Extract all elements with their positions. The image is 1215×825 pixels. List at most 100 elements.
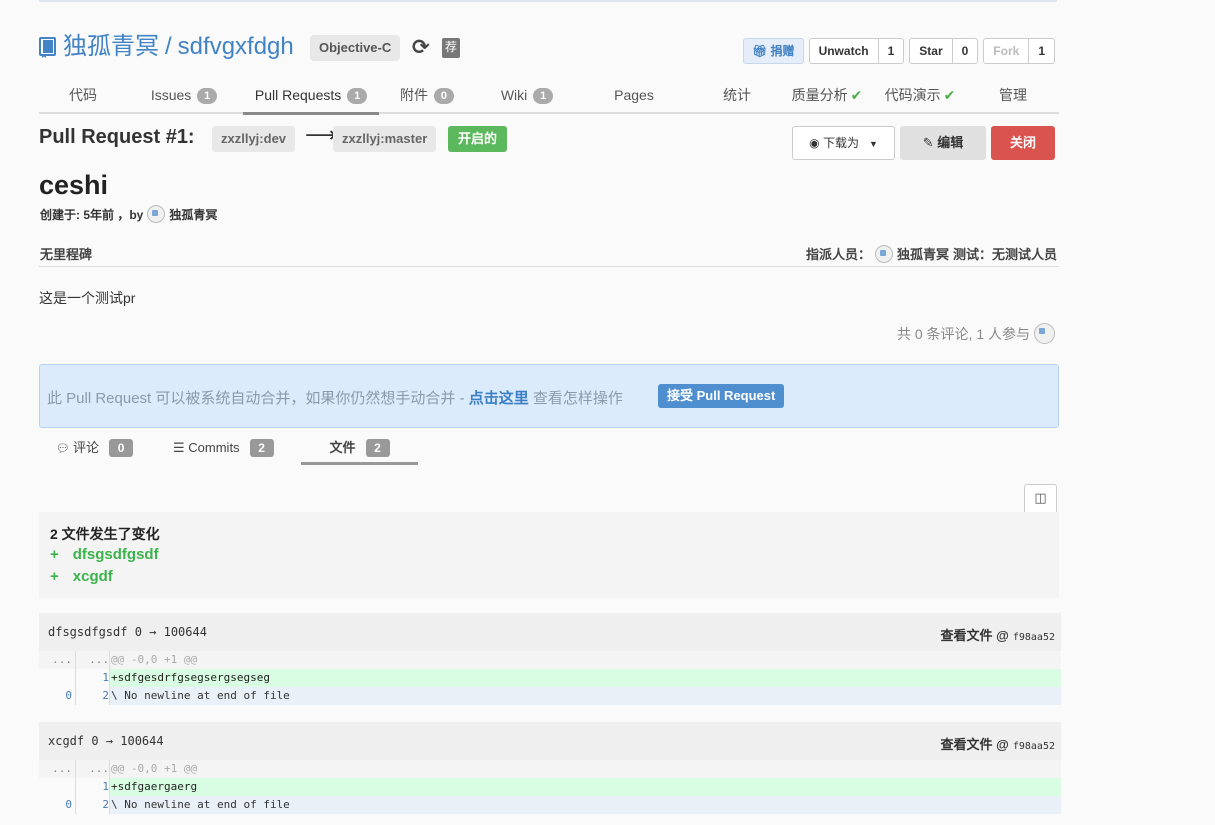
- nav-attachments-badge: 0: [433, 88, 454, 104]
- merge-help-link[interactable]: 点击这里: [469, 390, 529, 407]
- nav-wiki[interactable]: Wiki 1: [489, 80, 565, 112]
- tab-files-badge: 2: [365, 439, 390, 457]
- diff-code: \ No newline at end of file: [109, 687, 1061, 705]
- nav-attachments[interactable]: 附件 0: [389, 80, 465, 112]
- diff-code: @@ -0,0 +1 @@: [109, 760, 1061, 778]
- at-symbol: @: [996, 737, 1009, 752]
- commit-sha[interactable]: f98aa52: [1013, 741, 1055, 752]
- watch-count[interactable]: 1: [879, 39, 904, 63]
- assignee-label: 指派人员：: [805, 247, 871, 262]
- author-avatar[interactable]: [147, 205, 166, 223]
- diff-code: @@ -0,0 +1 @@: [109, 651, 1061, 669]
- changed-file-name: dfsgsdfgsdf: [72, 546, 159, 563]
- sync-icon[interactable]: ⟳: [412, 37, 430, 58]
- tab-files-label: 文件: [329, 440, 356, 455]
- new-line-number[interactable]: 2: [75, 687, 109, 705]
- merge-message: 此 Pull Request 可以被系统自动合并，如果你仍然想手动合并 - 点击…: [47, 387, 623, 408]
- changed-file-link[interactable]: + xcgdf: [50, 568, 113, 585]
- tab-files[interactable]: 文件 2: [301, 436, 418, 465]
- old-line-number[interactable]: 0: [39, 687, 72, 705]
- assignee-info: 指派人员： 独孤青冥 测试：无测试人员: [806, 244, 1057, 263]
- donate-button[interactable]: 🎁︎ 捐赠: [742, 38, 804, 64]
- nav-pages[interactable]: Pages: [604, 80, 664, 112]
- plus-icon: +: [50, 568, 59, 585]
- edit-icon: ✎: [922, 135, 938, 150]
- diff-line: 1 +sdfgesdrfgsegsergsegseg: [39, 669, 1061, 687]
- list-icon: ☰: [173, 440, 189, 455]
- check-icon: ✔: [850, 87, 863, 103]
- file-diff-name: xcgdf 0 → 100644: [48, 734, 164, 748]
- tab-commits-badge: 2: [249, 439, 274, 457]
- caret-down-icon: ▼: [868, 139, 878, 149]
- download-label: 下载为: [822, 136, 859, 150]
- tab-comments[interactable]: 💬︎ 评论 0: [56, 436, 139, 462]
- nav-code-label: 代码: [69, 87, 97, 103]
- view-file-link[interactable]: 查看文件 @ f98aa52: [941, 625, 1055, 644]
- tab-commits-label: Commits: [188, 440, 240, 455]
- nav-code[interactable]: 代码: [39, 80, 127, 112]
- nav-demo-label: 代码演示: [884, 87, 941, 103]
- star-count[interactable]: 0: [953, 39, 978, 63]
- new-line-number[interactable]: 2: [75, 796, 109, 814]
- file-diff: dfsgsdfgsdf 0 → 100644 查看文件 @ f98aa52 ...…: [39, 613, 1061, 705]
- changes-title: 2 文件发生了变化: [50, 526, 160, 542]
- author-link[interactable]: 独孤青冥: [169, 206, 217, 223]
- diff-line: 1 +sdfgaergaerg: [39, 778, 1061, 796]
- pr-description: 这是一个测试pr: [39, 290, 136, 306]
- nav-settings[interactable]: 管理: [989, 80, 1037, 112]
- repo-action-buttons: 🎁︎ 捐赠 Unwatch 1 Star 0 Fork 1: [742, 38, 1055, 64]
- merge-panel: 此 Pull Request 可以被系统自动合并，如果你仍然想手动合并 - 点击…: [39, 364, 1059, 428]
- created-text: 创建于: 5年前 ，by: [40, 207, 144, 222]
- milestone[interactable]: 无里程碑: [40, 244, 92, 263]
- new-line-number[interactable]: 1: [75, 778, 109, 796]
- changed-file-link[interactable]: + dfsgsdfgsdf: [50, 546, 159, 563]
- new-line-number[interactable]: 1: [75, 669, 109, 687]
- pr-title: Pull Request #1:: [39, 126, 195, 148]
- close-pr-button[interactable]: 关闭: [991, 126, 1055, 160]
- commit-sha[interactable]: f98aa52: [1013, 632, 1055, 643]
- nav-demo[interactable]: 代码演示 ✔: [880, 80, 960, 112]
- nav-wiki-label: Wiki: [500, 87, 528, 103]
- milestone-row: 无里程碑 指派人员： 独孤青冥 测试：无测试人员: [39, 240, 1059, 267]
- watch-button[interactable]: Unwatch 1: [808, 38, 905, 64]
- at-symbol: @: [996, 628, 1009, 643]
- assignee-link[interactable]: 独孤青冥: [897, 244, 949, 263]
- diff-code: \ No newline at end of file: [109, 796, 1061, 814]
- diff-line: ...... @@ -0,0 +1 @@: [39, 760, 1061, 778]
- file-diff: xcgdf 0 → 100644 查看文件 @ f98aa52 ...... @@ …: [39, 722, 1061, 814]
- fork-button[interactable]: Fork 1: [983, 38, 1055, 64]
- repo-name-link[interactable]: sdfvgxfdgh: [178, 33, 294, 60]
- repo-owner-link[interactable]: 独孤青冥: [63, 33, 159, 60]
- repo-book-icon: [39, 37, 56, 58]
- nav-pr-badge: 1: [347, 88, 368, 104]
- repo-nav: 代码 Issues 1 Pull Requests 1 附件 0 Wiki 1 …: [39, 80, 1059, 115]
- nav-issues[interactable]: Issues 1: [141, 80, 227, 112]
- fork-count[interactable]: 1: [1029, 39, 1054, 63]
- view-file-link[interactable]: 查看文件 @ f98aa52: [941, 734, 1055, 753]
- nav-quality-label: 质量分析: [791, 87, 848, 103]
- old-line-number[interactable]: 0: [39, 796, 72, 814]
- target-branch[interactable]: zxzllyj:master: [333, 126, 437, 152]
- nav-pull-requests[interactable]: Pull Requests 1: [243, 80, 379, 115]
- language-badge[interactable]: Objective-C: [310, 35, 401, 61]
- recommend-icon[interactable]: 荐: [442, 38, 460, 58]
- participant-avatar[interactable]: [1034, 323, 1055, 344]
- comment-icon: 💬︎: [56, 443, 74, 455]
- nav-pages-label: Pages: [614, 87, 654, 103]
- assignee-avatar[interactable]: [874, 244, 893, 263]
- merge-text-before: 此 Pull Request 可以被系统自动合并，如果你仍然想手动合并 -: [47, 390, 469, 407]
- tab-comments-badge: 0: [109, 439, 134, 457]
- merge-text-after: 查看怎样操作: [528, 390, 623, 407]
- accept-pr-button[interactable]: 接受 Pull Request: [658, 384, 785, 408]
- nav-quality[interactable]: 质量分析 ✔: [787, 80, 867, 112]
- tab-commits[interactable]: ☰ Commits 2: [173, 436, 283, 462]
- diff-line: 0 2 \ No newline at end of file: [39, 687, 1061, 705]
- pr-actions: ◉ 下载为 ▼ ✎ 编辑 关闭: [792, 126, 1055, 160]
- toggle-view-button[interactable]: ◫: [1024, 484, 1057, 514]
- source-branch[interactable]: zxzllyj:dev: [212, 126, 296, 152]
- edit-button[interactable]: ✎ 编辑: [900, 126, 986, 160]
- new-line-number: ...: [75, 651, 109, 669]
- star-button[interactable]: Star 0: [909, 38, 979, 64]
- nav-stats[interactable]: 统计: [714, 80, 760, 112]
- download-dropdown[interactable]: ◉ 下载为 ▼: [792, 126, 895, 160]
